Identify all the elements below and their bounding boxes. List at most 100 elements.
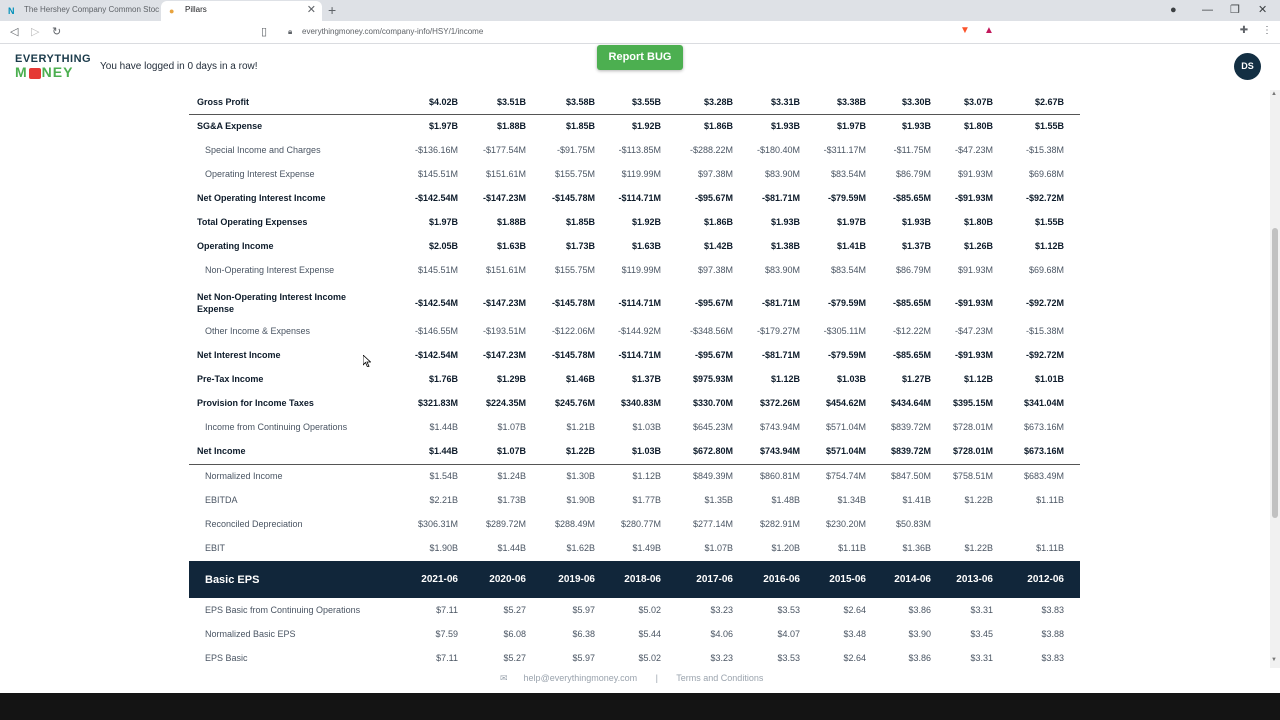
year-column-header[interactable]: 2019-06 bbox=[529, 574, 595, 585]
new-tab-icon[interactable]: + bbox=[328, 1, 336, 19]
forward-icon[interactable]: ▷ bbox=[31, 24, 39, 40]
table-cell: $224.35M bbox=[485, 398, 526, 408]
table-cell: $83.54M bbox=[830, 169, 866, 179]
table-cell: -$180.40M bbox=[756, 145, 800, 155]
table-cell: $1.11B bbox=[1036, 495, 1064, 505]
minimize-icon[interactable]: — bbox=[1202, 0, 1213, 20]
logo-letter-m: M bbox=[15, 64, 28, 80]
table-cell: $86.79M bbox=[895, 265, 931, 275]
row-label: Operating Income bbox=[197, 241, 274, 251]
scroll-up-icon[interactable]: ▲ bbox=[1271, 91, 1277, 97]
table-cell: $7.11 bbox=[436, 605, 458, 615]
table-cell: $3.51B bbox=[496, 97, 526, 107]
year-column-header[interactable]: 2015-06 bbox=[800, 574, 866, 585]
table-cell: $728.01M bbox=[952, 422, 993, 432]
year-column-header[interactable]: 2017-06 bbox=[667, 574, 733, 585]
table-cell: $1.38B bbox=[770, 241, 800, 251]
table-cell: -$179.27M bbox=[756, 326, 800, 336]
table-cell: -$177.54M bbox=[482, 145, 526, 155]
table-cell: $1.80B bbox=[963, 121, 993, 131]
table-cell: $1.77B bbox=[632, 495, 661, 505]
table-cell: -$85.65M bbox=[892, 350, 931, 360]
reload-icon[interactable]: ↻ bbox=[52, 24, 61, 40]
table-cell: $673.16M bbox=[1023, 422, 1064, 432]
address-bar[interactable]: 🔒︎ everythingmoney.com/company-info/HSY/… bbox=[282, 23, 952, 41]
scroll-down-icon[interactable]: ▼ bbox=[1271, 657, 1277, 663]
year-column-header[interactable]: 2013-06 bbox=[927, 574, 993, 585]
table-cell: -$114.71M bbox=[618, 350, 661, 360]
table-cell: $1.97B bbox=[428, 121, 458, 131]
table-cell: -$79.59M bbox=[827, 193, 866, 203]
year-column-header[interactable]: 2021-06 bbox=[392, 574, 458, 585]
table-cell: $3.88 bbox=[1041, 629, 1064, 639]
table-cell: $3.31B bbox=[770, 97, 800, 107]
table-cell: $3.83 bbox=[1041, 653, 1064, 663]
eps-row: EPS Basic from Continuing Operations $7.1… bbox=[189, 598, 1080, 622]
year-column-header[interactable]: 2016-06 bbox=[734, 574, 800, 585]
row-label: EBITDA bbox=[205, 495, 238, 505]
browser-tab-hershey[interactable]: N The Hershey Company Common Stoc bbox=[0, 1, 161, 21]
table-cell: $683.49M bbox=[1023, 471, 1064, 481]
table-cell: $3.86 bbox=[908, 605, 931, 615]
table-cell: $1.44B bbox=[429, 422, 458, 432]
row-label: EPS Basic from Continuing Operations bbox=[205, 605, 361, 615]
table-cell: $1.54B bbox=[429, 471, 458, 481]
year-column-header[interactable]: 2018-06 bbox=[595, 574, 661, 585]
table-cell: -$81.71M bbox=[761, 298, 800, 308]
table-cell: $69.68M bbox=[1028, 265, 1064, 275]
close-window-icon[interactable]: ✕ bbox=[1258, 0, 1267, 20]
table-cell: $1.07B bbox=[704, 543, 733, 553]
table-cell: -$81.71M bbox=[761, 350, 800, 360]
table-cell: $847.50M bbox=[890, 471, 931, 481]
browser-tab-pillars[interactable]: ● Pillars ✕ bbox=[161, 1, 322, 21]
terms-link[interactable]: Terms and Conditions bbox=[676, 673, 763, 683]
table-cell: $280.77M bbox=[620, 519, 661, 529]
brave-rewards-icon[interactable]: ▲ bbox=[982, 24, 996, 38]
table-cell: $1.22B bbox=[964, 495, 993, 505]
user-avatar[interactable]: DS bbox=[1234, 53, 1261, 80]
table-cell: $1.12B bbox=[1034, 241, 1064, 251]
email-icon: ✉ bbox=[500, 673, 508, 683]
table-cell: $3.48 bbox=[843, 629, 866, 639]
table-cell: $1.93B bbox=[770, 121, 800, 131]
table-cell: $1.29B bbox=[496, 374, 526, 384]
profile-menu-icon[interactable]: ● bbox=[1170, 0, 1177, 20]
close-tab-icon[interactable]: ✕ bbox=[307, 1, 316, 19]
table-cell: -$142.54M bbox=[414, 350, 458, 360]
table-cell: $5.44 bbox=[638, 629, 661, 639]
year-column-header[interactable]: 2012-06 bbox=[998, 574, 1064, 585]
table-row: Special Income and Charges -$136.16M -$177… bbox=[189, 138, 1080, 162]
scrollbar-thumb[interactable] bbox=[1272, 228, 1278, 518]
support-email-link[interactable]: help@everythingmoney.com bbox=[524, 673, 638, 683]
maximize-icon[interactable]: ❐ bbox=[1230, 0, 1240, 20]
table-cell: $151.61M bbox=[485, 265, 526, 275]
row-label: Normalized Income bbox=[205, 471, 283, 481]
table-cell: $91.93M bbox=[957, 169, 993, 179]
table-cell: $145.51M bbox=[417, 265, 458, 275]
table-cell: $1.63B bbox=[631, 241, 661, 251]
table-cell: $1.24B bbox=[497, 471, 526, 481]
table-cell: -$95.67M bbox=[694, 350, 733, 360]
back-icon[interactable]: ◁ bbox=[10, 24, 18, 40]
report-bug-button[interactable]: Report BUG bbox=[597, 45, 683, 70]
brave-shield-icon[interactable]: ▼ bbox=[958, 24, 972, 38]
browser-menu-icon[interactable]: ⋮ bbox=[1260, 24, 1274, 38]
table-cell: $2.64 bbox=[843, 653, 866, 663]
rule-after-gross-profit bbox=[189, 114, 1080, 115]
table-cell: $1.07B bbox=[496, 446, 526, 456]
table-cell: $91.93M bbox=[957, 265, 993, 275]
page-scrollbar[interactable]: ▲ ▼ bbox=[1270, 90, 1280, 668]
table-row: Total Operating Expenses $1.97B $1.88B $1.8… bbox=[189, 210, 1080, 234]
extensions-icon[interactable]: ✚ bbox=[1237, 24, 1251, 38]
table-cell: -$113.85M bbox=[618, 145, 661, 155]
row-label: EBIT bbox=[205, 543, 226, 553]
year-column-header[interactable]: 2020-06 bbox=[460, 574, 526, 585]
bookmark-icon[interactable]: ▯ bbox=[261, 24, 267, 40]
table-cell: -$92.72M bbox=[1025, 298, 1064, 308]
table-cell: $3.28B bbox=[703, 97, 733, 107]
table-cell: $1.22B bbox=[565, 446, 595, 456]
table-row: Pre-Tax Income $1.76B $1.29B $1.46B $1.37B $9… bbox=[189, 367, 1080, 391]
year-column-header[interactable]: 2014-06 bbox=[865, 574, 931, 585]
table-cell: $1.73B bbox=[497, 495, 526, 505]
everything-money-logo[interactable]: EVERYTHING M NEY bbox=[15, 54, 93, 80]
